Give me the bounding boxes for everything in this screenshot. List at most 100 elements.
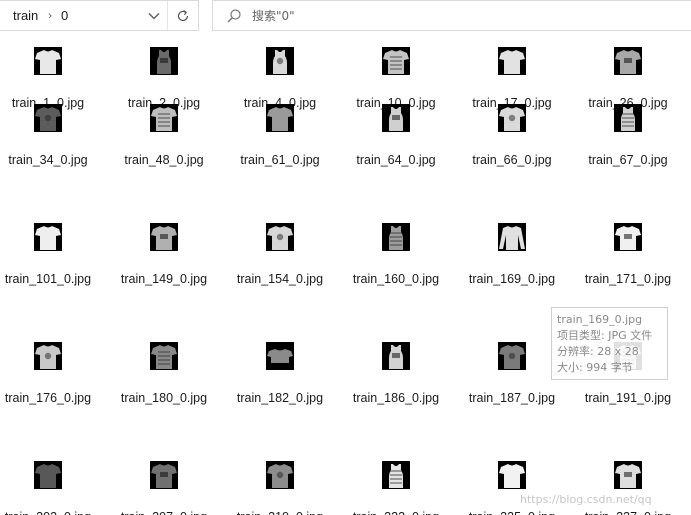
file-item[interactable]: train_187_0.jpg (462, 342, 562, 405)
file-name[interactable]: train_237_0.jpg (568, 510, 688, 515)
file-item[interactable]: train_169_0.jpg (462, 223, 562, 286)
file-name[interactable]: train_222_0.jpg (336, 510, 456, 515)
tooltip-size: 大小: 994 字节 (557, 361, 633, 374)
file-thumbnail[interactable] (150, 104, 178, 132)
file-name[interactable]: train_191_0.jpg (568, 391, 688, 405)
file-thumbnail[interactable] (614, 104, 642, 132)
top-bar: train › 0 (0, 0, 691, 32)
file-item[interactable]: train_202_0.jpg (0, 461, 98, 515)
file-name[interactable]: train_66_0.jpg (452, 153, 572, 167)
file-name[interactable]: train_34_0.jpg (0, 153, 108, 167)
file-item[interactable]: train_61_0.jpg (230, 104, 330, 167)
file-name[interactable]: train_101_0.jpg (0, 272, 108, 286)
file-name[interactable]: train_67_0.jpg (568, 153, 688, 167)
file-thumbnail[interactable] (382, 47, 410, 75)
breadcrumb-train[interactable]: train (13, 8, 38, 23)
address-bar[interactable]: train › 0 (0, 0, 199, 31)
search-icon (226, 8, 242, 24)
file-name[interactable]: train_176_0.jpg (0, 391, 108, 405)
file-item[interactable]: train_2_0.jpg (114, 47, 214, 110)
file-item[interactable]: train_176_0.jpg (0, 342, 98, 405)
file-name[interactable]: train_180_0.jpg (104, 391, 224, 405)
file-thumbnail[interactable] (382, 104, 410, 132)
file-thumbnail[interactable] (498, 47, 526, 75)
file-thumbnail[interactable] (266, 342, 294, 370)
file-tooltip: train_169_0.jpg 项目类型: JPG 文件 分辨率: 28 x 2… (551, 307, 668, 380)
file-thumbnail[interactable] (34, 47, 62, 75)
file-thumbnail[interactable] (498, 104, 526, 132)
file-name[interactable]: train_154_0.jpg (220, 272, 340, 286)
file-name[interactable]: train_149_0.jpg (104, 272, 224, 286)
file-thumbnail[interactable] (150, 342, 178, 370)
file-item[interactable]: train_182_0.jpg (230, 342, 330, 405)
file-name[interactable]: train_160_0.jpg (336, 272, 456, 286)
file-thumbnail[interactable] (382, 461, 410, 489)
file-item[interactable]: train_180_0.jpg (114, 342, 214, 405)
file-name[interactable]: train_182_0.jpg (220, 391, 340, 405)
file-item[interactable]: train_207_0.jpg (114, 461, 214, 515)
file-name[interactable]: train_61_0.jpg (220, 153, 340, 167)
file-thumbnail[interactable] (150, 223, 178, 251)
file-thumbnail[interactable] (614, 47, 642, 75)
file-thumbnail[interactable] (34, 104, 62, 132)
file-thumbnail[interactable] (266, 104, 294, 132)
file-item[interactable]: train_160_0.jpg (346, 223, 446, 286)
file-item[interactable]: train_222_0.jpg (346, 461, 446, 515)
file-item[interactable]: train_101_0.jpg (0, 223, 98, 286)
search-input[interactable] (252, 8, 652, 23)
tooltip-filename: train_169_0.jpg (557, 313, 643, 326)
file-item[interactable]: train_225_0.jpg (462, 461, 562, 515)
file-item[interactable]: train_34_0.jpg (0, 104, 98, 167)
file-thumbnail[interactable] (498, 461, 526, 489)
file-thumbnail[interactable] (34, 342, 62, 370)
file-name[interactable]: train_64_0.jpg (336, 153, 456, 167)
file-thumbnail[interactable] (382, 223, 410, 251)
search-box[interactable] (212, 0, 691, 31)
file-name[interactable]: train_187_0.jpg (452, 391, 572, 405)
file-name[interactable]: train_171_0.jpg (568, 272, 688, 286)
file-name[interactable]: train_207_0.jpg (104, 510, 224, 515)
file-thumbnail[interactable] (266, 223, 294, 251)
file-name[interactable]: train_186_0.jpg (336, 391, 456, 405)
tooltip-resolution: 分辨率: 28 x 28 (557, 345, 639, 358)
breadcrumb-separator-icon[interactable]: › (48, 10, 52, 22)
file-item[interactable]: train_26_0.jpg (578, 47, 678, 110)
file-name[interactable]: train_169_0.jpg (452, 272, 572, 286)
file-thumbnail[interactable] (498, 223, 526, 251)
file-thumbnail[interactable] (34, 223, 62, 251)
chevron-down-icon[interactable] (142, 1, 166, 30)
file-thumbnail[interactable] (614, 223, 642, 251)
file-thumbnail[interactable] (34, 461, 62, 489)
file-thumbnail[interactable] (150, 461, 178, 489)
file-item[interactable]: train_186_0.jpg (346, 342, 446, 405)
file-thumbnail[interactable] (614, 461, 642, 489)
breadcrumb-0[interactable]: 0 (61, 8, 68, 23)
file-item[interactable]: train_17_0.jpg (462, 47, 562, 110)
file-name[interactable]: train_48_0.jpg (104, 153, 224, 167)
file-thumbnail[interactable] (266, 47, 294, 75)
file-item[interactable]: train_10_0.jpg (346, 47, 446, 110)
file-item[interactable]: train_64_0.jpg (346, 104, 446, 167)
file-thumbnail[interactable] (266, 461, 294, 489)
file-thumbnail[interactable] (498, 342, 526, 370)
file-item[interactable]: train_67_0.jpg (578, 104, 678, 167)
file-grid: train_1_0.jpg train_2_0.jpg train_4_0.jpg t… (0, 32, 691, 515)
file-item[interactable]: train_171_0.jpg (578, 223, 678, 286)
file-explorer-window: train › 0 train_1_ (0, 0, 691, 515)
file-thumbnail[interactable] (382, 342, 410, 370)
file-item[interactable]: train_48_0.jpg (114, 104, 214, 167)
file-item[interactable]: train_154_0.jpg (230, 223, 330, 286)
file-thumbnail[interactable] (150, 47, 178, 75)
file-item[interactable]: train_66_0.jpg (462, 104, 562, 167)
tooltip-type: 项目类型: JPG 文件 (557, 329, 653, 342)
file-item[interactable]: train_219_0.jpg (230, 461, 330, 515)
file-item[interactable]: train_149_0.jpg (114, 223, 214, 286)
file-name[interactable]: train_202_0.jpg (0, 510, 108, 515)
file-item[interactable]: train_4_0.jpg (230, 47, 330, 110)
refresh-icon[interactable] (168, 1, 198, 30)
file-name[interactable]: train_219_0.jpg (220, 510, 340, 515)
file-item[interactable]: train_237_0.jpg (578, 461, 678, 515)
file-name[interactable]: train_225_0.jpg (452, 510, 572, 515)
watermark: https://blog.csdn.net/qq (520, 493, 652, 506)
file-item[interactable]: train_1_0.jpg (0, 47, 98, 110)
